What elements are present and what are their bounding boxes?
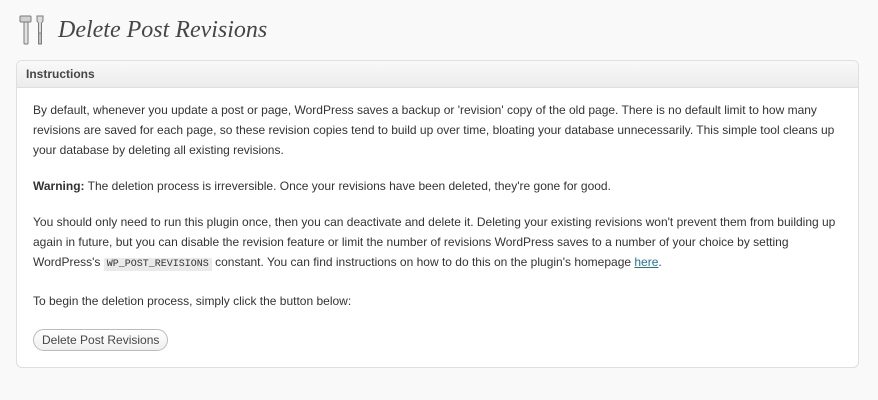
usage-text-after: constant. You can find instructions on h… bbox=[211, 255, 635, 269]
begin-paragraph: To begin the deletion process, simply cl… bbox=[33, 294, 352, 308]
warning-paragraph: Warning: The deletion process is irrever… bbox=[33, 176, 842, 196]
page-title: Delete Post Revisions bbox=[58, 17, 268, 43]
page-header: Delete Post Revisions bbox=[16, 12, 267, 48]
instructions-header: Instructions bbox=[17, 61, 858, 88]
instructions-box: Instructions By default, whenever you up… bbox=[16, 60, 859, 368]
constant-code: WP_POST_REVISIONS bbox=[103, 258, 212, 271]
usage-paragraph: You should only need to run this plugin … bbox=[33, 212, 842, 275]
homepage-link[interactable]: here bbox=[634, 255, 658, 269]
usage-text-end: . bbox=[658, 255, 662, 269]
warning-text: The deletion process is irreversible. On… bbox=[84, 179, 611, 193]
instructions-body: By default, whenever you update a post o… bbox=[17, 88, 858, 351]
page: Delete Post Revisions Instructions By de… bbox=[0, 0, 878, 400]
warning-label: Warning: bbox=[33, 179, 85, 193]
tools-icon bbox=[16, 13, 50, 47]
delete-revisions-button[interactable]: Delete Post Revisions bbox=[33, 329, 169, 351]
intro-paragraph: By default, whenever you update a post o… bbox=[33, 103, 835, 157]
